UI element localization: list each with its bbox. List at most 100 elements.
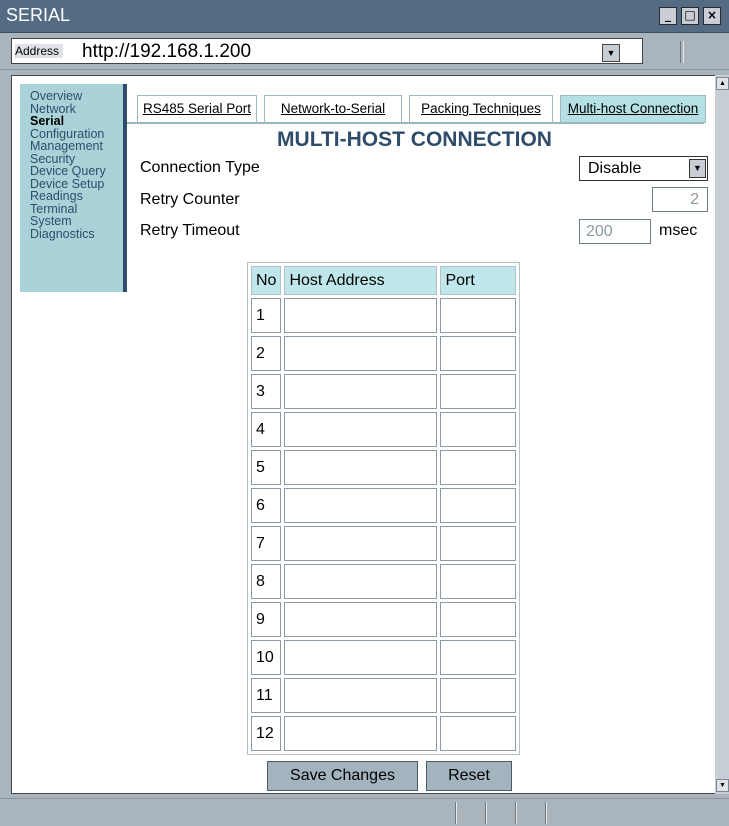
host-address-input[interactable] bbox=[284, 564, 438, 599]
tab-multi-host-connection[interactable]: Multi-host Connection bbox=[560, 95, 706, 123]
sidebar-item-device-query[interactable]: Device Query bbox=[20, 165, 123, 178]
port-input[interactable] bbox=[440, 640, 517, 675]
row-number: 4 bbox=[251, 412, 282, 447]
retry-timeout-unit: msec bbox=[659, 222, 698, 239]
table-row: 4 bbox=[251, 412, 517, 447]
scroll-down-icon[interactable]: ▼ bbox=[716, 779, 729, 792]
column-header-no: No bbox=[251, 266, 282, 295]
port-input[interactable] bbox=[440, 488, 517, 523]
address-label: Address bbox=[15, 44, 64, 58]
status-divider bbox=[455, 802, 457, 824]
row-number: 9 bbox=[251, 602, 282, 637]
tab-bar: RS485 Serial Port Network-to-Serial Pack… bbox=[127, 92, 707, 124]
connection-type-value: Disable bbox=[588, 160, 642, 177]
port-input[interactable] bbox=[440, 374, 517, 409]
table-row: 7 bbox=[251, 526, 517, 561]
sidebar-nav: Overview Network Serial Configuration Ma… bbox=[20, 84, 127, 292]
title-bar: SERIAL _ □ × bbox=[0, 0, 729, 33]
table-row: 1 bbox=[251, 298, 517, 333]
minimize-icon[interactable]: _ bbox=[659, 7, 677, 25]
host-address-input[interactable] bbox=[284, 716, 438, 751]
retry-timeout-label: Retry Timeout bbox=[140, 222, 240, 239]
table-row: 9 bbox=[251, 602, 517, 637]
address-dropdown-icon[interactable]: ▼ bbox=[602, 44, 620, 62]
host-address-input[interactable] bbox=[284, 488, 438, 523]
retry-timeout-value: 200 bbox=[586, 223, 613, 240]
address-url[interactable]: http://192.168.1.200 bbox=[82, 41, 251, 63]
table-row: 6 bbox=[251, 488, 517, 523]
status-bar bbox=[0, 798, 729, 826]
table-row: 5 bbox=[251, 450, 517, 485]
row-number: 12 bbox=[251, 716, 282, 751]
table-row: 10 bbox=[251, 640, 517, 675]
status-divider bbox=[515, 802, 517, 824]
page-content: Overview Network Serial Configuration Ma… bbox=[11, 75, 716, 794]
host-address-input[interactable] bbox=[284, 526, 438, 561]
table-row: 12 bbox=[251, 716, 517, 751]
reset-button[interactable]: Reset bbox=[426, 761, 512, 791]
column-header-host-address: Host Address bbox=[284, 266, 438, 295]
host-address-input[interactable] bbox=[284, 450, 438, 485]
port-input[interactable] bbox=[440, 564, 517, 599]
row-number: 2 bbox=[251, 336, 282, 371]
status-divider bbox=[485, 802, 487, 824]
scroll-up-icon[interactable]: ▲ bbox=[716, 77, 729, 90]
sidebar-item-diagnostics[interactable]: Diagnostics bbox=[20, 227, 123, 241]
row-number: 3 bbox=[251, 374, 282, 409]
tab-packing-techniques[interactable]: Packing Techniques bbox=[409, 95, 553, 123]
table-row: 8 bbox=[251, 564, 517, 599]
sidebar-item-system[interactable]: System bbox=[20, 215, 123, 228]
sidebar-item-management[interactable]: Management bbox=[20, 140, 123, 153]
chevron-down-icon[interactable]: ▼ bbox=[689, 159, 706, 178]
table-row: 3 bbox=[251, 374, 517, 409]
address-bar: Address http://192.168.1.200 ▼ bbox=[0, 33, 729, 70]
host-address-input[interactable] bbox=[284, 602, 438, 637]
row-number: 10 bbox=[251, 640, 282, 675]
status-divider bbox=[545, 802, 547, 824]
port-input[interactable] bbox=[440, 678, 517, 713]
sidebar-item-readings[interactable]: Readings bbox=[20, 190, 123, 203]
window-title: SERIAL bbox=[6, 5, 71, 25]
retry-timeout-input[interactable]: 200 bbox=[579, 219, 651, 244]
port-input[interactable] bbox=[440, 716, 517, 751]
connection-type-label: Connection Type bbox=[140, 159, 260, 176]
sidebar-item-serial[interactable]: Serial bbox=[20, 115, 123, 128]
retry-counter-input[interactable]: 2 bbox=[652, 187, 708, 212]
connection-type-select[interactable]: Disable ▼ bbox=[579, 156, 708, 181]
host-address-input[interactable] bbox=[284, 336, 438, 371]
host-table: No Host Address Port 1 2 3 4 5 6 7 8 9 1… bbox=[247, 262, 521, 755]
toolbar-separator bbox=[680, 41, 684, 63]
retry-counter-value: 2 bbox=[690, 191, 699, 208]
port-input[interactable] bbox=[440, 526, 517, 561]
sidebar-item-overview[interactable]: Overview bbox=[20, 90, 123, 103]
retry-counter-label: Retry Counter bbox=[140, 191, 240, 208]
host-address-input[interactable] bbox=[284, 678, 438, 713]
table-row: 11 bbox=[251, 678, 517, 713]
port-input[interactable] bbox=[440, 602, 517, 637]
host-address-input[interactable] bbox=[284, 412, 438, 447]
port-input[interactable] bbox=[440, 336, 517, 371]
page-title: MULTI-HOST CONNECTION bbox=[277, 128, 552, 151]
host-address-input[interactable] bbox=[284, 374, 438, 409]
maximize-icon[interactable]: □ bbox=[681, 7, 699, 25]
tab-network-to-serial[interactable]: Network-to-Serial bbox=[264, 95, 402, 123]
port-input[interactable] bbox=[440, 450, 517, 485]
column-header-port: Port bbox=[440, 266, 517, 295]
table-row: 2 bbox=[251, 336, 517, 371]
save-changes-button[interactable]: Save Changes bbox=[267, 761, 418, 791]
tab-underline bbox=[127, 122, 704, 124]
host-address-input[interactable] bbox=[284, 298, 438, 333]
address-field[interactable]: Address http://192.168.1.200 ▼ bbox=[11, 38, 643, 64]
port-input[interactable] bbox=[440, 298, 517, 333]
port-input[interactable] bbox=[440, 412, 517, 447]
row-number: 5 bbox=[251, 450, 282, 485]
vertical-scrollbar[interactable]: ▲ ▼ bbox=[715, 75, 729, 794]
close-icon[interactable]: × bbox=[703, 7, 721, 25]
row-number: 1 bbox=[251, 298, 282, 333]
row-number: 6 bbox=[251, 488, 282, 523]
browser-window: SERIAL _ □ × Address http://192.168.1.20… bbox=[0, 0, 729, 826]
row-number: 7 bbox=[251, 526, 282, 561]
host-address-input[interactable] bbox=[284, 640, 438, 675]
tab-rs485-serial-port[interactable]: RS485 Serial Port bbox=[137, 95, 257, 123]
row-number: 11 bbox=[251, 678, 282, 713]
